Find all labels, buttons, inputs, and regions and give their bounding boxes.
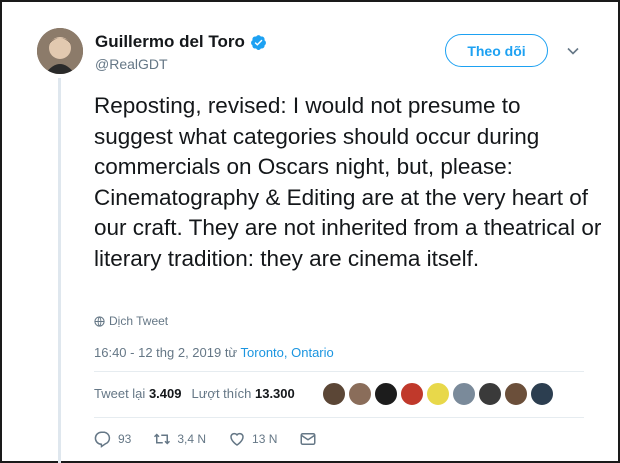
liker-avatar[interactable]: [322, 382, 346, 406]
chevron-down-icon[interactable]: [566, 44, 580, 58]
location-link[interactable]: Toronto, Ontario: [241, 345, 334, 360]
follow-button[interactable]: Theo dõi: [445, 34, 548, 67]
liker-avatar[interactable]: [452, 382, 476, 406]
liker-avatar[interactable]: [478, 382, 502, 406]
heart-icon: [230, 432, 244, 446]
translate-tweet-link[interactable]: Dịch Tweet: [94, 314, 168, 328]
retweets-label: Tweet lại: [94, 386, 146, 401]
verified-badge-icon: [250, 34, 266, 50]
liker-avatar[interactable]: [348, 382, 372, 406]
display-name[interactable]: Guillermo del Toro: [95, 32, 267, 52]
avatar[interactable]: [37, 28, 83, 74]
retweet-button[interactable]: 3,4 N: [153, 430, 206, 448]
retweet-count: 3,4 N: [177, 432, 207, 446]
retweet-icon: [154, 433, 171, 445]
divider: [94, 417, 584, 418]
translate-label[interactable]: Dịch Tweet: [109, 314, 168, 328]
liker-avatar[interactable]: [530, 382, 554, 406]
likes-stat[interactable]: Lượt thích 13.300: [191, 386, 294, 401]
timestamp-text[interactable]: 16:40 - 12 thg 2, 2019 từ: [94, 345, 241, 360]
retweets-count: 3.409: [148, 386, 182, 401]
action-bar: 93 3,4 N 13 N: [94, 430, 317, 448]
reply-icon: [94, 431, 111, 448]
thread-line: [58, 78, 61, 463]
liker-avatar[interactable]: [400, 382, 424, 406]
user-handle[interactable]: @RealGDT: [95, 56, 168, 72]
tweet-timestamp: 16:40 - 12 thg 2, 2019 từ Toronto, Ontar…: [94, 345, 334, 360]
tweet-text: Reposting, revised: I would not presume …: [94, 93, 602, 271]
reply-button[interactable]: 93: [94, 430, 131, 448]
liker-avatars: [322, 382, 554, 406]
globe-icon: [94, 315, 105, 327]
liker-avatar[interactable]: [504, 382, 528, 406]
liker-avatar[interactable]: [374, 382, 398, 406]
direct-message-button[interactable]: [299, 430, 317, 448]
like-button[interactable]: 13 N: [228, 430, 277, 448]
divider: [94, 371, 584, 372]
like-count: 13 N: [252, 432, 278, 446]
retweet-stat[interactable]: Tweet lại 3.409: [94, 386, 181, 401]
liker-avatar[interactable]: [426, 382, 450, 406]
likes-label: Lượt thích: [191, 386, 252, 401]
envelope-icon: [300, 433, 316, 445]
reply-count: 93: [118, 432, 132, 446]
display-name-text[interactable]: Guillermo del Toro: [95, 32, 245, 52]
likes-count: 13.300: [254, 386, 295, 401]
engagement-stats: Tweet lại 3.409 Lượt thích 13.300: [94, 386, 295, 401]
